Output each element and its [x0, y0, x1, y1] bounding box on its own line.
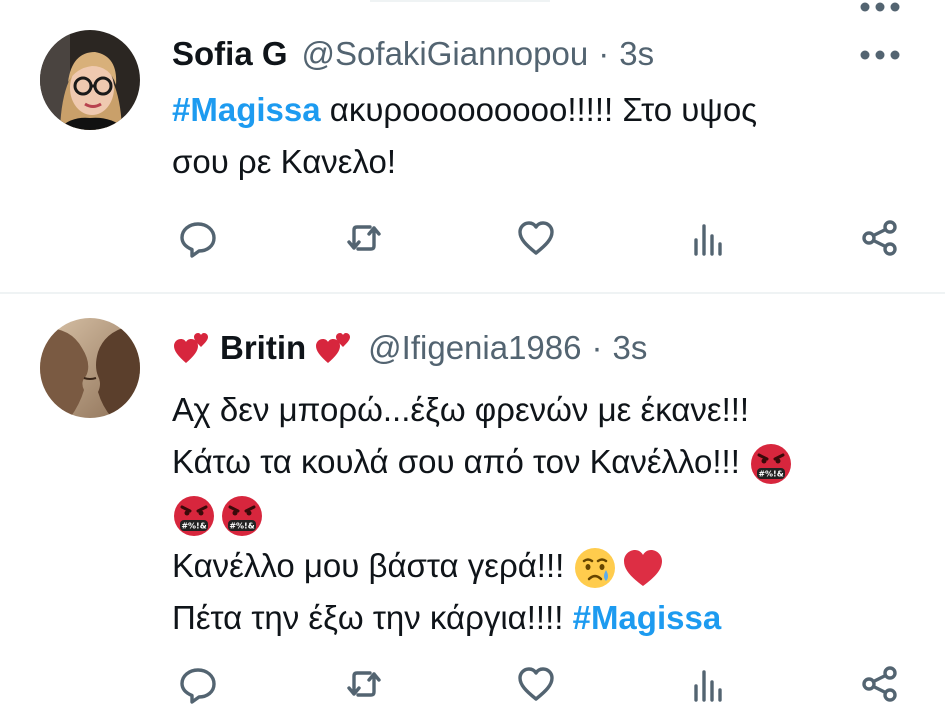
- views-button[interactable]: [684, 214, 732, 262]
- emoji-symbol-text: #%!&: [229, 522, 254, 531]
- share-button[interactable]: [856, 660, 904, 708]
- action-bar: [0, 214, 945, 264]
- couple-kiss-avatar-icon: [40, 318, 140, 418]
- share-icon: [862, 220, 897, 256]
- emoji-symbol-text: #%!&: [758, 470, 783, 479]
- reply-button[interactable]: [174, 214, 222, 262]
- tweet-line-text: Κανέλλο μου βάστα γερά!!!: [172, 547, 574, 584]
- like-button[interactable]: [512, 660, 560, 708]
- tweet-line-emojis: #%!& #%!&: [172, 488, 797, 540]
- tweet-line-text: Πέτα την έξω την κάργια!!!!: [172, 599, 573, 636]
- user-handle[interactable]: @SofakiGiannopou: [302, 35, 589, 73]
- hashtag-link[interactable]: #Magissa: [573, 599, 722, 636]
- timestamp[interactable]: 3s: [613, 329, 648, 367]
- tweet-line-text: σου ρε Κανελο!: [172, 143, 397, 180]
- two-hearts-emoji-icon: [316, 333, 351, 363]
- hashtag-link[interactable]: #Magissa: [172, 91, 321, 128]
- tweet-line: Κανέλλο μου βάστα γερά!!!: [172, 540, 797, 592]
- timestamp[interactable]: 3s: [619, 35, 654, 73]
- tweet-line-text: Κάτω τα κουλά σου από τον Κανέλλο!!!: [172, 443, 750, 480]
- views-icon: [694, 670, 722, 702]
- tweet-line-text: ακυροοοοοοοοο!!!!! Στο υψος: [320, 91, 758, 128]
- retweet-icon: [347, 671, 381, 697]
- tweet-text: #Magissa ακυροοοοοοοοο!!!!! Στο υψος σου…: [172, 84, 757, 188]
- display-name[interactable]: Britin: [220, 329, 306, 367]
- tweet-header: Sofia G @SofakiGiannopou · 3s: [172, 32, 654, 76]
- reply-icon: [180, 668, 216, 704]
- two-hearts-emoji-icon: [174, 333, 208, 363]
- avatar[interactable]: [40, 318, 140, 418]
- tweet-line: σου ρε Κανελο!: [172, 136, 757, 188]
- retweet-button[interactable]: [340, 660, 388, 708]
- swearing-face-emoji-icon: #%!&: [174, 496, 214, 537]
- tweet[interactable]: Britin @Ifigenia1986 · 3s Αχ δεν μπορώ..…: [0, 294, 945, 728]
- tweet-line: Κάτω τα κουλά σου από τον Κανέλλο!!! #%!…: [172, 436, 797, 488]
- tweet-line: #Magissa ακυροοοοοοοοο!!!!! Στο υψος: [172, 84, 757, 136]
- views-icon: [694, 224, 722, 256]
- tweet-text: Αχ δεν μπορώ...έξω φρενών με έκανε!!! Κά…: [172, 384, 797, 644]
- tweet-header: Britin @Ifigenia1986 · 3s: [172, 326, 647, 370]
- retweet-icon: [347, 225, 381, 251]
- avatar[interactable]: [40, 30, 140, 130]
- tweet-line-text: Αχ δεν μπορώ...έξω φρενών με έκανε!!!: [172, 391, 750, 428]
- swearing-face-emoji-icon: #%!&: [222, 496, 262, 537]
- action-bar: [0, 660, 945, 710]
- more-dots-icon: [860, 50, 900, 60]
- woman-glasses-avatar-icon: [40, 30, 140, 130]
- like-icon: [518, 221, 554, 255]
- like-button[interactable]: [512, 214, 560, 262]
- tweet[interactable]: Sofia G @SofakiGiannopou · 3s #Magissa α…: [0, 0, 945, 292]
- tweet-line: Αχ δεν μπορώ...έξω φρενών με έκανε!!!: [172, 384, 797, 436]
- reply-icon: [180, 222, 216, 258]
- more-dots-icon: [860, 2, 900, 12]
- swearing-face-emoji-icon: #%!&: [751, 444, 792, 485]
- crying-face-emoji-icon: [575, 548, 616, 589]
- more-options-button[interactable]: [859, 0, 901, 14]
- red-heart-emoji-icon: [624, 550, 663, 587]
- user-handle[interactable]: @Ifigenia1986: [368, 329, 581, 367]
- share-icon: [862, 666, 897, 702]
- emoji-symbol-text: #%!&: [181, 522, 206, 531]
- separator-dot: ·: [591, 329, 603, 366]
- more-options-button[interactable]: [859, 48, 901, 62]
- views-button[interactable]: [684, 660, 732, 708]
- separator-dot: ·: [598, 35, 610, 72]
- retweet-button[interactable]: [340, 214, 388, 262]
- tweet-line: Πέτα την έξω την κάργια!!!! #Magissa: [172, 592, 797, 644]
- share-button[interactable]: [856, 214, 904, 262]
- like-icon: [518, 667, 554, 701]
- display-name[interactable]: Sofia G: [172, 35, 288, 73]
- reply-button[interactable]: [174, 660, 222, 708]
